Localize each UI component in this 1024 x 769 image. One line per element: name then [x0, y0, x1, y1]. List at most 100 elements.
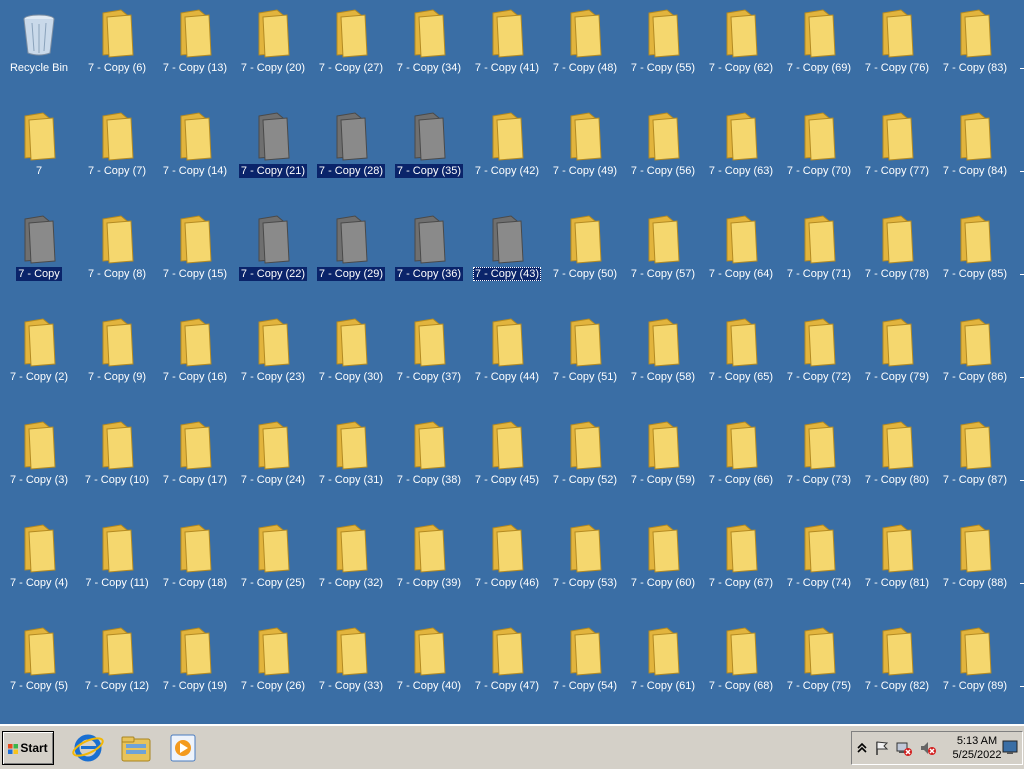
desktop-folder[interactable]: 7 - Copy (38)	[390, 416, 468, 519]
desktop-folder[interactable]: 7	[0, 107, 78, 210]
desktop-folder[interactable]: 7 - Copy (62)	[702, 4, 780, 107]
desktop-folder[interactable]: 7 - Copy (83)	[936, 4, 1014, 107]
desktop-folder[interactable]: 7 - Copy (63)	[702, 107, 780, 210]
desktop-folder[interactable]: 7 - Copy (86)	[936, 313, 1014, 416]
volume-muted-icon[interactable]	[920, 740, 936, 756]
desktop-folder[interactable]: 7 - Copy (49)	[546, 107, 624, 210]
desktop-folder[interactable]: 7 - Copy (88)	[936, 519, 1014, 622]
desktop-folder[interactable]: 7 - Copy (52)	[546, 416, 624, 519]
desktop-folder[interactable]: 7 - Copy (22)	[234, 210, 312, 313]
desktop-folder[interactable]: 7 - Copy (37)	[390, 313, 468, 416]
desktop-folder[interactable]: 7 - Copy (36)	[390, 210, 468, 313]
desktop-folder[interactable]: 7 - Copy	[0, 210, 78, 313]
desktop-folder[interactable]: 7 - Copy (84)	[936, 107, 1014, 210]
media-player-icon[interactable]	[168, 733, 200, 763]
desktop-folder[interactable]: 7 - Copy (61)	[624, 622, 702, 724]
desktop-folder[interactable]: 7 - Copy (35)	[390, 107, 468, 210]
desktop-folder[interactable]: 7 - Copy (23)	[234, 313, 312, 416]
desktop-folder[interactable]: 7 - Copy (40)	[390, 622, 468, 724]
desktop-folder[interactable]: 7 - Copy (10)	[78, 416, 156, 519]
desktop-folder[interactable]: 7 - Copy (51)	[546, 313, 624, 416]
desktop-folder[interactable]: 7 - Copy (77)	[858, 107, 936, 210]
desktop-folder[interactable]: 7 - Copy (7)	[78, 107, 156, 210]
desktop-folder[interactable]: 7 - Copy (47)	[468, 622, 546, 724]
network-disconnected-icon[interactable]	[896, 740, 912, 756]
desktop-folder[interactable]: 7 - Copy (45)	[468, 416, 546, 519]
desktop-folder[interactable]: 7 - Copy (27)	[312, 4, 390, 107]
desktop-folder[interactable]: 7 - Copy (82)	[858, 622, 936, 724]
desktop-folder[interactable]: 7 - Copy (80)	[858, 416, 936, 519]
desktop-folder[interactable]: 7 - Copy (66)	[702, 416, 780, 519]
action-center-flag-icon[interactable]	[874, 740, 890, 756]
desktop-folder[interactable]: 7 - Copy (76)	[858, 4, 936, 107]
internet-explorer-icon[interactable]	[72, 733, 104, 763]
desktop-folder[interactable]: 7 - Copy (87)	[936, 416, 1014, 519]
desktop-folder[interactable]: 7 - Copy (13)	[156, 4, 234, 107]
desktop-folder[interactable]: 7 - Copy (15)	[156, 210, 234, 313]
desktop-folder[interactable]: 7 - Copy (25)	[234, 519, 312, 622]
desktop-folder[interactable]: 7 - Copy (24)	[234, 416, 312, 519]
desktop-folder[interactable]: 7 - Copy (34)	[390, 4, 468, 107]
desktop-folder[interactable]: 7 - Copy (60)	[624, 519, 702, 622]
desktop-folder[interactable]: 7 - Copy (14)	[156, 107, 234, 210]
desktop-folder[interactable]: 7 - Copy (2)	[0, 313, 78, 416]
desktop-folder[interactable]: 7 - Copy (64)	[702, 210, 780, 313]
desktop-folder[interactable]: 7 - Copy (33)	[312, 622, 390, 724]
desktop-folder[interactable]: 7 - Copy (46)	[468, 519, 546, 622]
desktop-folder[interactable]: 7 - Copy (89)	[936, 622, 1014, 724]
desktop-folder[interactable]: 7 - Copy (32)	[312, 519, 390, 622]
clock-time[interactable]: 5:13 AM	[947, 735, 1007, 747]
desktop-folder[interactable]: 7 - Copy (39)	[390, 519, 468, 622]
desktop-folder[interactable]: 7 - Copy (21)	[234, 107, 312, 210]
desktop-folder[interactable]: 7 - Copy (78)	[858, 210, 936, 313]
desktop-folder[interactable]: 7 - Copy (50)	[546, 210, 624, 313]
desktop-folder[interactable]: 7 - Copy (58)	[624, 313, 702, 416]
desktop-folder[interactable]: 7 - Copy (74)	[780, 519, 858, 622]
desktop-folder[interactable]: 7 - Copy (81)	[858, 519, 936, 622]
desktop-folder[interactable]: 7 - Copy (26)	[234, 622, 312, 724]
desktop-folder[interactable]: 7 - Copy (18)	[156, 519, 234, 622]
desktop-folder[interactable]: 7 - Copy (16)	[156, 313, 234, 416]
desktop-folder[interactable]: 7 - Copy (70)	[780, 107, 858, 210]
desktop-folder[interactable]: 7 - Copy (28)	[312, 107, 390, 210]
desktop-folder[interactable]: 7 - Copy (85)	[936, 210, 1014, 313]
desktop-folder[interactable]: 7 - Copy (5)	[0, 622, 78, 724]
start-button[interactable]: Start	[2, 731, 54, 765]
desktop-folder[interactable]: 7 - Copy (3)	[0, 416, 78, 519]
desktop-folder[interactable]: 7 - Copy (79)	[858, 313, 936, 416]
desktop-folder[interactable]: 7 - Copy (71)	[780, 210, 858, 313]
desktop-folder[interactable]: 7 - Copy (73)	[780, 416, 858, 519]
desktop-folder[interactable]: 7 - Copy (53)	[546, 519, 624, 622]
desktop-folder[interactable]: 7 - Copy (59)	[624, 416, 702, 519]
desktop-folder[interactable]: 7 - Copy (48)	[546, 4, 624, 107]
desktop-folder[interactable]: 7 - Copy (42)	[468, 107, 546, 210]
desktop-folder[interactable]: 7 - Copy (69)	[780, 4, 858, 107]
desktop-folder[interactable]: 7 - Copy (44)	[468, 313, 546, 416]
desktop-folder[interactable]: 7 - Copy (19)	[156, 622, 234, 724]
desktop-folder[interactable]: 7 - Copy (57)	[624, 210, 702, 313]
desktop-folder[interactable]: 7 - Copy (72)	[780, 313, 858, 416]
desktop-folder[interactable]: 7 - Copy (6)	[78, 4, 156, 107]
desktop-folder[interactable]: 7 - Copy (56)	[624, 107, 702, 210]
desktop-folder[interactable]: 7 - Copy (20)	[234, 4, 312, 107]
desktop-folder[interactable]: 7 - Copy (41)	[468, 4, 546, 107]
desktop-folder[interactable]: 7 - Copy (9)	[78, 313, 156, 416]
desktop-folder[interactable]: 7 - Copy (31)	[312, 416, 390, 519]
desktop-folder[interactable]: 7 - Copy (30)	[312, 313, 390, 416]
desktop-folder[interactable]: 7 - Copy (55)	[624, 4, 702, 107]
desktop-folder[interactable]: 7 - Copy (29)	[312, 210, 390, 313]
show-hidden-icons-chevron-icon[interactable]	[854, 740, 870, 756]
desktop-folder[interactable]: 7 - Copy (8)	[78, 210, 156, 313]
desktop-folder[interactable]: 7 - Copy (12)	[78, 622, 156, 724]
desktop-folder[interactable]: 7 - Copy (68)	[702, 622, 780, 724]
desktop-folder[interactable]: 7 - Copy (65)	[702, 313, 780, 416]
clock-date[interactable]: 5/25/2022	[947, 749, 1007, 761]
desktop-folder[interactable]: 7 - Copy (17)	[156, 416, 234, 519]
show-desktop-icon[interactable]	[1002, 738, 1018, 754]
desktop-folder[interactable]: 7 - Copy (75)	[780, 622, 858, 724]
desktop[interactable]: Recycle Bin 7 - Copy (6) 7 - Copy (13) 7 - …	[0, 0, 1024, 724]
desktop-folder[interactable]: 7 - Copy (4)	[0, 519, 78, 622]
windows-explorer-icon[interactable]	[120, 733, 152, 763]
desktop-folder[interactable]: 7 - Copy (43)	[468, 210, 546, 313]
desktop-folder[interactable]: 7 - Copy (67)	[702, 519, 780, 622]
